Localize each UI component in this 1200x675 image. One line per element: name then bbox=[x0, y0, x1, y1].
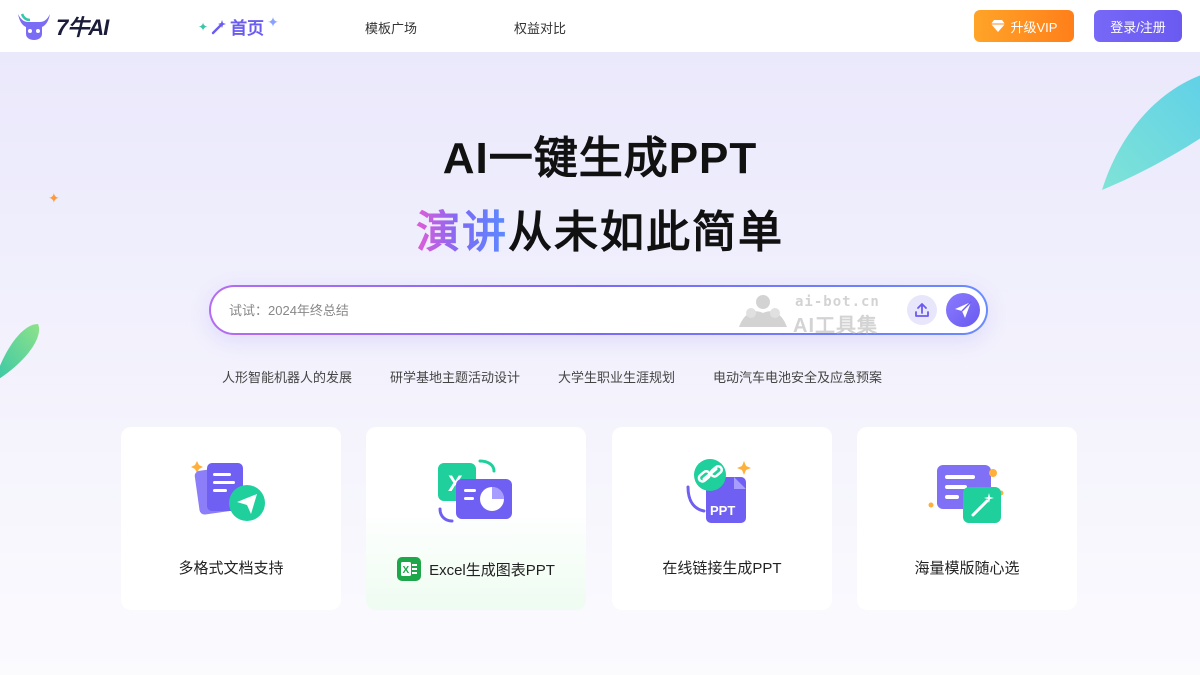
sparkle-icon: ✦ bbox=[267, 14, 279, 30]
send-icon bbox=[955, 301, 972, 318]
magic-wand-icon bbox=[211, 19, 227, 34]
card-label: Excel生成图表PPT bbox=[429, 561, 555, 579]
link-ppt-icon: PPT bbox=[686, 459, 751, 523]
suggestion-chip[interactable]: 人形智能机器人的发展 bbox=[222, 367, 352, 386]
nav-home-label: 首页 bbox=[230, 19, 265, 38]
card-label: 在线链接生成PPT bbox=[662, 560, 782, 577]
login-register-label: 登录/注册 bbox=[1110, 19, 1166, 35]
suggestion-chip[interactable]: 电动汽车电池安全及应急预案 bbox=[713, 367, 882, 386]
logo-text: 7牛AI bbox=[56, 15, 109, 40]
hero-subtitle-rest: 从未如此简单 bbox=[508, 208, 784, 257]
hero-title: AI一键生成PPT bbox=[442, 134, 758, 183]
suggestion-chip[interactable]: 大学生职业生涯规划 bbox=[558, 367, 675, 386]
top-header: 7牛AI ✦ 首页 ✦ 模板广场 权益对比 升级VIP 登录/注册 bbox=[0, 0, 1200, 52]
nav-templates[interactable]: 模板广场 bbox=[365, 18, 417, 37]
upload-icon bbox=[915, 303, 929, 317]
feature-card-documents[interactable]: 多格式文档支持 bbox=[121, 427, 341, 610]
diamond-icon bbox=[990, 20, 1005, 32]
feature-card-link[interactable]: PPT 在线链接生成PPT bbox=[612, 427, 832, 610]
svg-text:PPT: PPT bbox=[710, 503, 735, 518]
topic-search-box[interactable]: ai-bot.cn AI工具集 bbox=[209, 285, 988, 337]
feature-card-templates[interactable]: 海量模版随心选 bbox=[857, 427, 1077, 610]
documents-send-icon bbox=[191, 461, 265, 521]
card-label-row: X Excel生成图表PPT bbox=[366, 557, 586, 581]
suggestion-chip[interactable]: 研学基地主题活动设计 bbox=[390, 367, 520, 386]
svg-text:X: X bbox=[403, 565, 410, 576]
sparkle-icon: ✦ bbox=[198, 19, 209, 34]
bull-logo-icon bbox=[18, 13, 50, 40]
nav-home[interactable]: ✦ 首页 ✦ bbox=[198, 14, 279, 39]
logo[interactable]: 7牛AI bbox=[16, 10, 109, 42]
watermark: ai-bot.cn AI工具集 bbox=[737, 291, 897, 337]
template-magic-icon bbox=[928, 465, 1004, 523]
sparkle-icon: ✦ bbox=[48, 190, 62, 206]
send-button[interactable] bbox=[946, 293, 980, 327]
card-label: 海量模版随心选 bbox=[914, 560, 1020, 577]
excel-chart-icon: X bbox=[438, 459, 512, 523]
hero-subtitle: 演讲 ✦ 从未如此简单 bbox=[0, 190, 1200, 260]
watermark-name: AI工具集 bbox=[793, 315, 878, 337]
decorative-leaf-left bbox=[0, 324, 40, 379]
upload-button[interactable] bbox=[907, 295, 937, 325]
hero-subtitle-highlight: 演讲 bbox=[416, 208, 508, 257]
topic-input[interactable] bbox=[229, 299, 709, 321]
nav-compare[interactable]: 权益对比 bbox=[514, 18, 566, 37]
upgrade-vip-button[interactable]: 升级VIP bbox=[974, 10, 1074, 42]
login-register-button[interactable]: 登录/注册 bbox=[1094, 10, 1182, 42]
upgrade-vip-label: 升级VIP bbox=[1010, 19, 1058, 35]
feature-card-excel[interactable]: X X Excel生成图表PPT bbox=[366, 427, 586, 610]
watermark-logo-icon bbox=[739, 295, 787, 327]
card-label: 多格式文档支持 bbox=[178, 560, 284, 577]
excel-icon: X bbox=[397, 557, 422, 581]
watermark-url: ai-bot.cn bbox=[795, 294, 880, 310]
